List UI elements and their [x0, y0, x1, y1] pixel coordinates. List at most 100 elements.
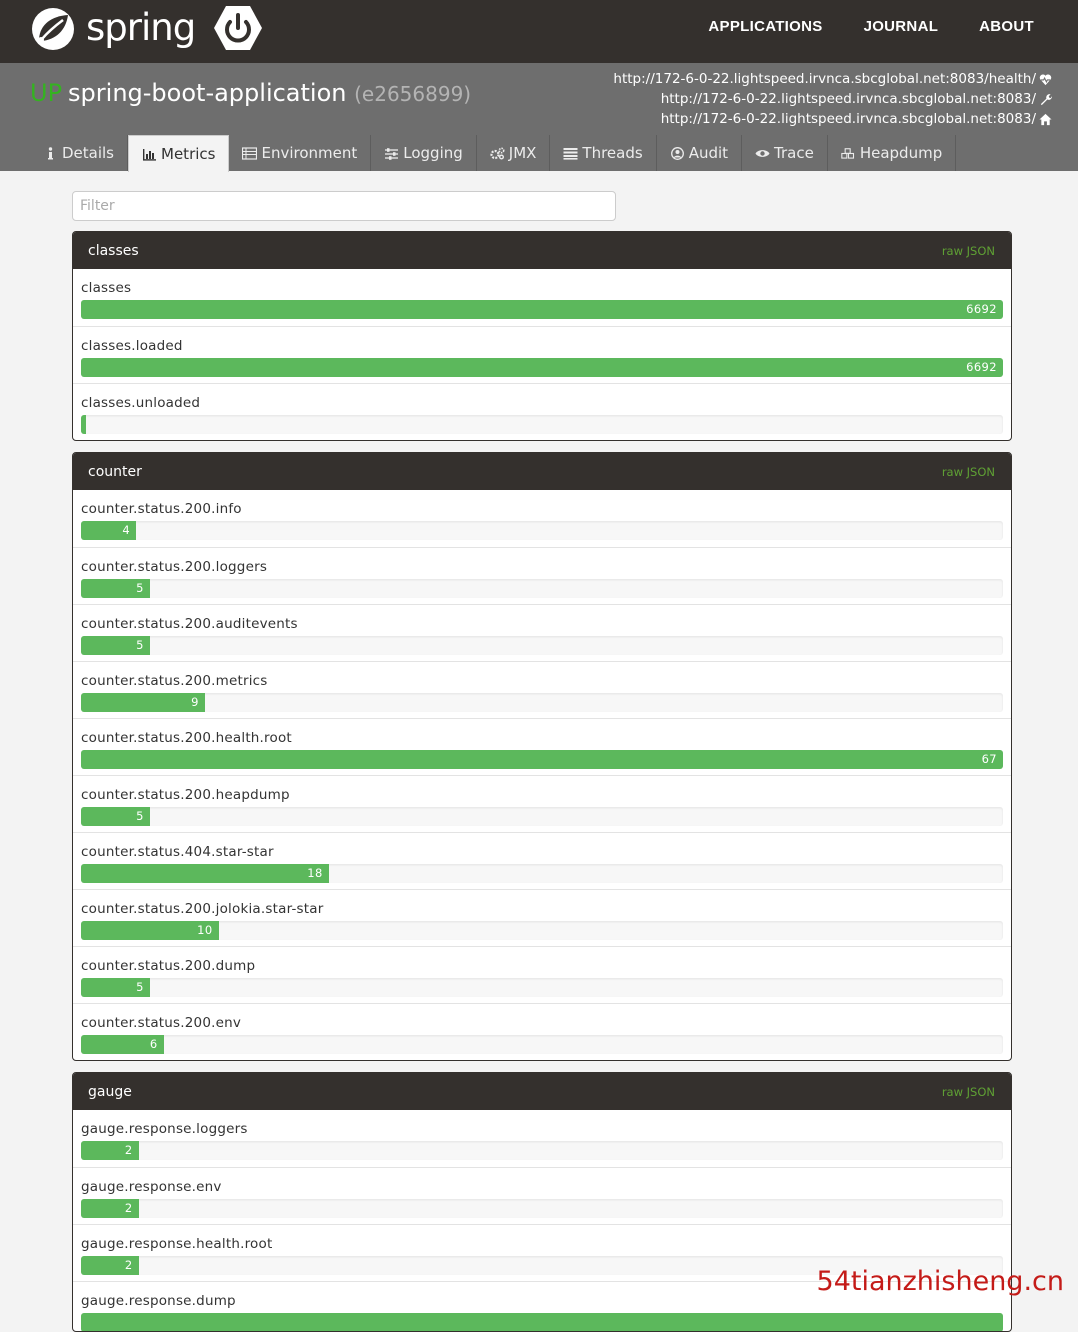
- tab-jmx[interactable]: JMX: [477, 135, 551, 171]
- health-url-link[interactable]: http://172-6-0-22.lightspeed.irvnca.sbcg…: [613, 69, 1036, 89]
- filter-input[interactable]: [72, 191, 616, 221]
- metric-progress-track: 6692: [81, 358, 1003, 377]
- watermark: 54tianzhisheng.cn: [816, 1266, 1064, 1297]
- tab-label: Metrics: [161, 145, 216, 163]
- raw-json-link[interactable]: raw JSON: [942, 1085, 995, 1099]
- metric-row: counter.status.404.star-star 18: [73, 832, 1011, 889]
- metric-row: gauge.response.env 2: [73, 1167, 1011, 1224]
- tab-logging[interactable]: Logging: [371, 135, 477, 171]
- metric-name: gauge.response.health.root: [81, 1236, 273, 1252]
- metric-progress-bar: 6692: [81, 300, 1003, 319]
- tab-environment[interactable]: Environment: [229, 135, 372, 171]
- tab-bar: Details Metrics Environment Logging JMX …: [30, 135, 957, 172]
- tab-label: Trace: [774, 144, 814, 162]
- service-url-link[interactable]: http://172-6-0-22.lightspeed.irvnca.sbcg…: [661, 109, 1036, 129]
- eye-icon: [755, 149, 770, 157]
- tab-label: Details: [62, 144, 115, 162]
- wrench-icon: [1040, 93, 1052, 105]
- metric-progress-bar: 67: [81, 750, 1003, 769]
- metric-progress-track: 5: [81, 807, 1003, 826]
- metric-progress-track: 6: [81, 1035, 1003, 1054]
- metric-progress-bar: 2: [81, 1256, 139, 1275]
- metric-row: counter.status.200.env 6: [73, 1003, 1011, 1060]
- metric-row: counter.status.200.info 4: [73, 490, 1011, 547]
- tab-details[interactable]: Details: [30, 135, 129, 171]
- metric-progress-track: 10: [81, 921, 1003, 940]
- metric-row: classes 6692: [73, 269, 1011, 326]
- status-badge: UP: [30, 79, 63, 107]
- panel-header: classes raw JSON: [73, 232, 1011, 269]
- tab-threads[interactable]: Threads: [550, 135, 657, 171]
- nav-applications[interactable]: APPLICATIONS: [708, 18, 822, 35]
- metric-name: counter.status.200.metrics: [81, 673, 268, 689]
- tab-heapdump[interactable]: Heapdump: [828, 135, 957, 171]
- metric-progress-bar: 6: [81, 1035, 164, 1054]
- raw-json-link[interactable]: raw JSON: [942, 244, 995, 258]
- nav-links: APPLICATIONS JOURNAL ABOUT: [708, 18, 1034, 35]
- metric-name: counter.status.404.star-star: [81, 844, 274, 860]
- metric-progress-track: 4: [81, 521, 1003, 540]
- metric-name: counter.status.200.auditevents: [81, 616, 298, 632]
- metric-name: gauge.response.loggers: [81, 1121, 248, 1137]
- panel-title: gauge: [88, 1083, 132, 1100]
- metric-progress-bar: 0: [81, 415, 86, 434]
- panel-title: classes: [88, 242, 139, 259]
- brand-name: spring: [86, 5, 196, 49]
- metric-progress-bar: 4: [81, 521, 137, 540]
- tab-label: Threads: [582, 144, 643, 162]
- metric-name: counter.status.200.health.root: [81, 730, 292, 746]
- cubes-icon: [841, 147, 854, 159]
- app-title: UP spring-boot-application (e2656899): [30, 79, 471, 107]
- info-icon: [48, 146, 53, 159]
- management-url-link[interactable]: http://172-6-0-22.lightspeed.irvnca.sbcg…: [661, 89, 1036, 109]
- metric-progress-track: 9: [81, 693, 1003, 712]
- metric-progress-track: 2: [81, 1199, 1003, 1218]
- home-icon: [1039, 113, 1052, 125]
- metric-name: classes: [81, 280, 132, 296]
- tab-metrics[interactable]: Metrics: [128, 135, 230, 172]
- user-circle-icon: [670, 146, 684, 160]
- app-name: spring-boot-application: [68, 79, 347, 107]
- metric-progress-bar: 2: [81, 1199, 139, 1218]
- metric-row: counter.status.200.jolokia.star-star 10: [73, 889, 1011, 946]
- metric-progress-bar: 5: [81, 978, 150, 997]
- metric-row: classes.loaded 6692: [73, 326, 1011, 383]
- nav-journal[interactable]: JOURNAL: [864, 18, 939, 35]
- metric-progress-track: [81, 1313, 1003, 1331]
- heartbeat-icon: [1039, 73, 1052, 85]
- spring-logo[interactable]: spring: [30, 5, 196, 52]
- metric-progress-bar: 9: [81, 693, 205, 712]
- panel-header: gauge raw JSON: [73, 1073, 1011, 1110]
- metric-row: gauge.response.loggers 2: [73, 1110, 1011, 1167]
- tab-trace[interactable]: Trace: [742, 135, 828, 171]
- metric-row: counter.status.200.heapdump 5: [73, 775, 1011, 832]
- metric-progress-track: 0: [81, 415, 1003, 434]
- top-navbar: spring APPLICATIONS JOURNAL ABOUT: [0, 0, 1078, 63]
- metric-progress-bar: 2: [81, 1141, 139, 1160]
- metric-progress-track: 6692: [81, 300, 1003, 319]
- metric-panel-counter: counter raw JSON counter.status.200.info…: [72, 452, 1012, 1061]
- metric-row: counter.status.200.metrics 9: [73, 661, 1011, 718]
- tab-label: Heapdump: [859, 144, 943, 162]
- metric-progress-track: 18: [81, 864, 1003, 883]
- sliders-icon: [385, 147, 399, 160]
- application-header: UP spring-boot-application (e2656899) htt…: [0, 63, 1078, 172]
- bar-chart-icon: [143, 148, 157, 161]
- metric-progress-bar: 5: [81, 636, 150, 655]
- app-urls: http://172-6-0-22.lightspeed.irvnca.sbcg…: [613, 69, 1052, 129]
- panel-title: counter: [88, 463, 142, 480]
- spring-leaf-icon: [32, 8, 74, 50]
- metric-progress-bar: 5: [81, 579, 150, 598]
- tab-label: Environment: [261, 144, 358, 162]
- metric-name: classes.unloaded: [81, 395, 201, 411]
- metric-progress-track: 5: [81, 978, 1003, 997]
- tab-audit[interactable]: Audit: [657, 135, 743, 171]
- metric-progress-bar: [81, 1313, 1003, 1331]
- app-id: (e2656899): [354, 82, 472, 106]
- nav-about[interactable]: ABOUT: [979, 18, 1034, 35]
- metric-row: counter.status.200.dump 5: [73, 946, 1011, 1003]
- metric-name: counter.status.200.dump: [81, 958, 256, 974]
- raw-json-link[interactable]: raw JSON: [942, 465, 995, 479]
- metric-row: classes.unloaded 0: [73, 383, 1011, 440]
- metric-panel-classes: classes raw JSON classes 6692 classes.load…: [72, 231, 1012, 441]
